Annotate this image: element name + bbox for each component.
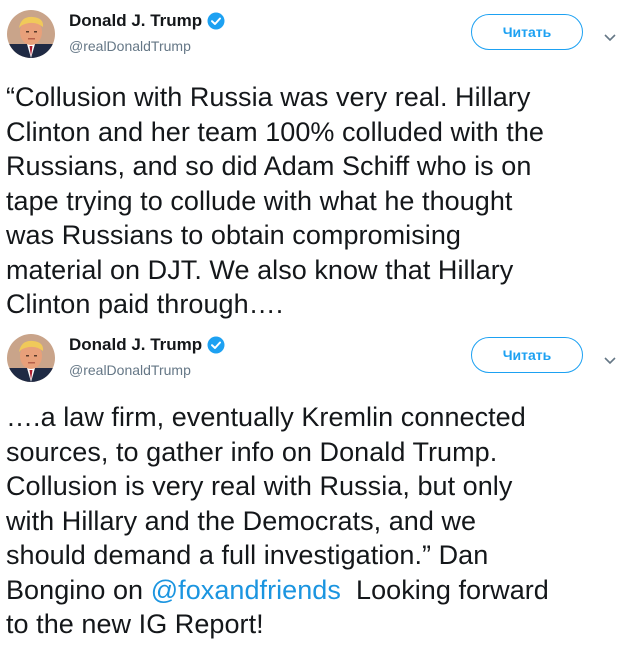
author-name-row[interactable]: Donald J. Trump: [69, 335, 225, 355]
tweet-text-line: Clinton paid through….: [6, 289, 284, 319]
tweet-text-line: to the new IG Report!: [6, 609, 264, 639]
tweet-text-line: material on DJT. We also know that Hilla…: [6, 254, 514, 285]
author-name-row[interactable]: Donald J. Trump: [69, 11, 225, 31]
chevron-down-icon[interactable]: [603, 352, 617, 365]
tweet-text-line: Bongino on: [6, 574, 151, 605]
tweet-text: “Collusion with Russia was very real. Hi…: [6, 80, 618, 322]
tweet-text-line: should demand a full investigation.” Dan: [6, 540, 489, 570]
author-name[interactable]: Donald J. Trump: [69, 335, 202, 355]
avatar[interactable]: [7, 334, 55, 382]
tweet-text-line: sources, to gather info on Donald Trump.: [6, 436, 498, 467]
verified-badge-icon: [207, 336, 225, 354]
author-name[interactable]: Donald J. Trump: [69, 11, 202, 31]
follow-button[interactable]: Читать: [471, 14, 583, 50]
avatar[interactable]: [7, 10, 55, 58]
tweet-text-line: ….a law firm, eventually Kremlin connect…: [6, 402, 526, 432]
tweet-text-line: Russians, and so did Adam Schiff who is …: [6, 151, 532, 181]
mention-link[interactable]: @foxandfriends: [151, 575, 341, 605]
tweet-text-line: tape trying to collude with what he thou…: [6, 185, 513, 216]
verified-badge-icon: [207, 12, 225, 30]
chevron-down-icon[interactable]: [603, 29, 617, 42]
tweet-text-line: with Hillary and the Democrats, and we: [6, 505, 477, 536]
tweet-text-line: was Russians to obtain compromising: [6, 220, 461, 250]
author-handle[interactable]: @realDonaldTrump: [69, 362, 191, 378]
tweet-text-line: Looking forward: [340, 574, 549, 605]
tweet-text-line: “Collusion with Russia was very real. Hi…: [6, 82, 531, 112]
tweet-text-line: Collusion is very real with Russia, but …: [6, 471, 513, 501]
tweet-text: ….a law firm, eventually Kremlin connect…: [6, 400, 618, 642]
tweet-text-line: Clinton and her team 100% colluded with …: [6, 116, 544, 147]
author-handle[interactable]: @realDonaldTrump: [69, 38, 191, 54]
follow-button[interactable]: Читать: [471, 337, 583, 373]
